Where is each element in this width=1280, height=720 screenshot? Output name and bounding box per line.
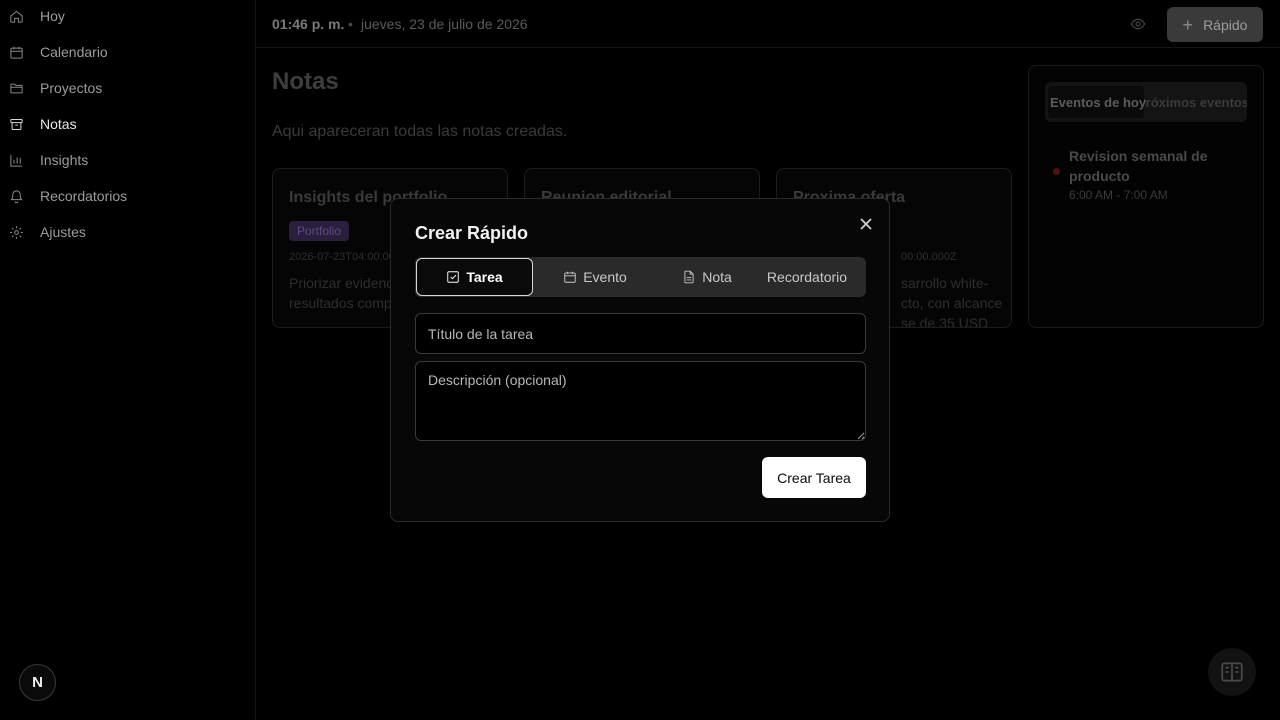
type-tabs: Tarea Evento Nota Recordatorio xyxy=(415,257,866,297)
calendar-icon xyxy=(564,271,576,283)
task-description-input[interactable] xyxy=(415,361,866,441)
tab-label: Nota xyxy=(702,269,732,285)
tab-label: Evento xyxy=(583,269,627,285)
task-title-input[interactable] xyxy=(415,313,866,354)
close-icon[interactable] xyxy=(858,216,874,232)
tab-evento[interactable]: Evento xyxy=(545,257,645,297)
modal-title: Crear Rápido xyxy=(415,223,529,243)
tab-label: Recordatorio xyxy=(766,269,848,285)
create-task-button[interactable]: Crear Tarea xyxy=(762,457,866,498)
file-text-icon xyxy=(684,270,694,284)
tab-label: Tarea xyxy=(466,269,503,285)
quick-create-modal: Crear Rápido Tarea Evento Nota Recordato… xyxy=(390,198,890,522)
tab-nota[interactable]: Nota xyxy=(667,257,747,297)
check-square-icon xyxy=(447,271,460,283)
tab-recordatorio[interactable]: Recordatorio xyxy=(757,257,857,297)
tab-tarea[interactable]: Tarea xyxy=(416,258,533,296)
app-root: Hoy Calendario Proyectos Notas Insights … xyxy=(0,0,1280,720)
